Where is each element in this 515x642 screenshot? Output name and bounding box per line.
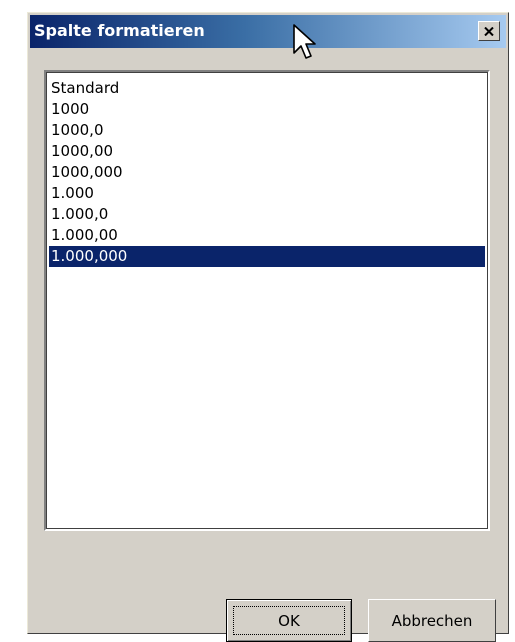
close-icon — [484, 26, 494, 36]
focus-rectangle — [233, 606, 345, 635]
ok-button[interactable]: OK — [226, 599, 352, 642]
close-button[interactable] — [478, 21, 500, 41]
list-item[interactable]: 1000,000 — [49, 162, 485, 183]
list-item[interactable]: 1.000,00 — [49, 225, 485, 246]
cancel-button-label: Abbrechen — [391, 611, 473, 630]
list-item-selected[interactable]: 1.000,000 — [49, 246, 485, 267]
list-item[interactable]: 1000,0 — [49, 120, 485, 141]
list-item[interactable]: 1.000 — [49, 183, 485, 204]
list-item[interactable]: 1000 — [49, 99, 485, 120]
format-column-dialog: Spalte formatieren Standard 1000 1000,0 … — [27, 12, 509, 642]
list-item[interactable]: 1.000,0 — [49, 204, 485, 225]
cancel-button[interactable]: Abbrechen — [368, 599, 496, 642]
dialog-title: Spalte formatieren — [34, 21, 205, 40]
list-item[interactable]: Standard — [49, 78, 485, 99]
format-listbox[interactable]: Standard 1000 1000,0 1000,00 1000,000 1.… — [44, 70, 490, 531]
title-bar[interactable]: Spalte formatieren — [30, 15, 506, 48]
format-list: Standard 1000 1000,0 1000,00 1000,000 1.… — [49, 78, 485, 267]
list-item[interactable]: 1000,00 — [49, 141, 485, 162]
